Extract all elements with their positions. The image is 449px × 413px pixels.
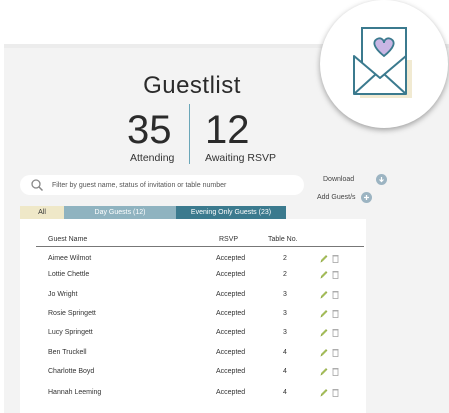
pencil-icon[interactable] (320, 254, 328, 263)
trash-icon[interactable] (332, 367, 339, 376)
table-row[interactable]: Charlotte Boyd Accepted 4 (0, 368, 449, 380)
add-guest-button[interactable]: Add Guest/s (317, 192, 372, 203)
table-row[interactable]: Aimee Wilmot Accepted 2 (0, 255, 449, 267)
column-header-name[interactable]: Guest Name (48, 236, 87, 243)
table-number: 2 (283, 255, 287, 262)
plus-icon (360, 192, 372, 203)
pencil-icon[interactable] (320, 270, 328, 279)
add-guest-label: Add Guest/s (317, 194, 356, 201)
search-input[interactable]: Filter by guest name, status of invitati… (20, 175, 304, 195)
guest-name: Charlotte Boyd (48, 368, 95, 375)
table-number: 3 (283, 291, 287, 298)
trash-icon[interactable] (332, 388, 339, 397)
rsvp-status: Accepted (216, 349, 246, 356)
tab-evening-guests[interactable]: Evening Only Guests (23) (176, 206, 286, 219)
tab-all[interactable]: All (20, 206, 64, 219)
rsvp-status: Accepted (216, 255, 246, 262)
search-placeholder: Filter by guest name, status of invitati… (52, 181, 227, 189)
table-number: 4 (283, 389, 287, 396)
rsvp-status: Accepted (216, 310, 246, 317)
table-number: 2 (283, 271, 287, 278)
table-row[interactable]: Ben Truckell Accepted 4 (0, 349, 449, 361)
guest-tabs: All Day Guests (12) Evening Only Guests … (20, 206, 286, 219)
guest-name: Lucy Springett (48, 329, 93, 336)
rsvp-status: Accepted (216, 271, 246, 278)
pencil-icon[interactable] (320, 309, 328, 318)
pencil-icon[interactable] (320, 367, 328, 376)
trash-icon[interactable] (332, 254, 339, 263)
attending-count: 35 (127, 108, 172, 152)
table-number: 3 (283, 329, 287, 336)
rsvp-status: Accepted (216, 291, 246, 298)
pencil-icon[interactable] (320, 348, 328, 357)
table-row[interactable]: Hannah Leeming Accepted 4 (0, 389, 449, 401)
download-label: Download (323, 176, 355, 183)
trash-icon[interactable] (332, 328, 339, 337)
table-row[interactable]: Lottie Chettle Accepted 2 (0, 271, 449, 283)
search-icon (31, 179, 44, 192)
column-header-rsvp[interactable]: RSVP (219, 236, 238, 243)
pencil-icon[interactable] (320, 328, 328, 337)
envelope-badge (320, 0, 448, 128)
pencil-icon[interactable] (320, 388, 328, 397)
table-number: 3 (283, 310, 287, 317)
download-button[interactable]: Download (323, 174, 388, 185)
rsvp-status: Accepted (216, 368, 246, 375)
column-header-table[interactable]: Table No. (268, 236, 298, 243)
tab-day-guests[interactable]: Day Guests (12) (64, 206, 176, 219)
trash-icon[interactable] (332, 270, 339, 279)
table-number: 4 (283, 368, 287, 375)
pencil-icon[interactable] (320, 290, 328, 299)
awaiting-label: Awaiting RSVP (205, 152, 277, 164)
guest-name: Lottie Chettle (48, 271, 90, 278)
trash-icon[interactable] (332, 348, 339, 357)
guest-name: Aimee Wilmot (48, 255, 92, 262)
rsvp-status: Accepted (216, 389, 246, 396)
guest-name: Jo Wright (48, 291, 78, 298)
stats-divider (189, 104, 190, 164)
table-row[interactable]: Jo Wright Accepted 3 (0, 291, 449, 303)
trash-icon[interactable] (332, 290, 339, 299)
awaiting-count: 12 (205, 108, 250, 152)
table-number: 4 (283, 349, 287, 356)
guest-name: Hannah Leeming (48, 389, 102, 396)
attending-label: Attending (130, 152, 175, 164)
table-row[interactable]: Rosie Springett Accepted 3 (0, 310, 449, 322)
header-divider (36, 246, 364, 247)
table-row[interactable]: Lucy Springett Accepted 3 (0, 329, 449, 341)
trash-icon[interactable] (332, 309, 339, 318)
download-icon (376, 174, 388, 185)
envelope-heart-icon (353, 27, 412, 98)
guest-name: Ben Truckell (48, 349, 87, 356)
guest-name: Rosie Springett (48, 310, 96, 317)
rsvp-status: Accepted (216, 329, 246, 336)
